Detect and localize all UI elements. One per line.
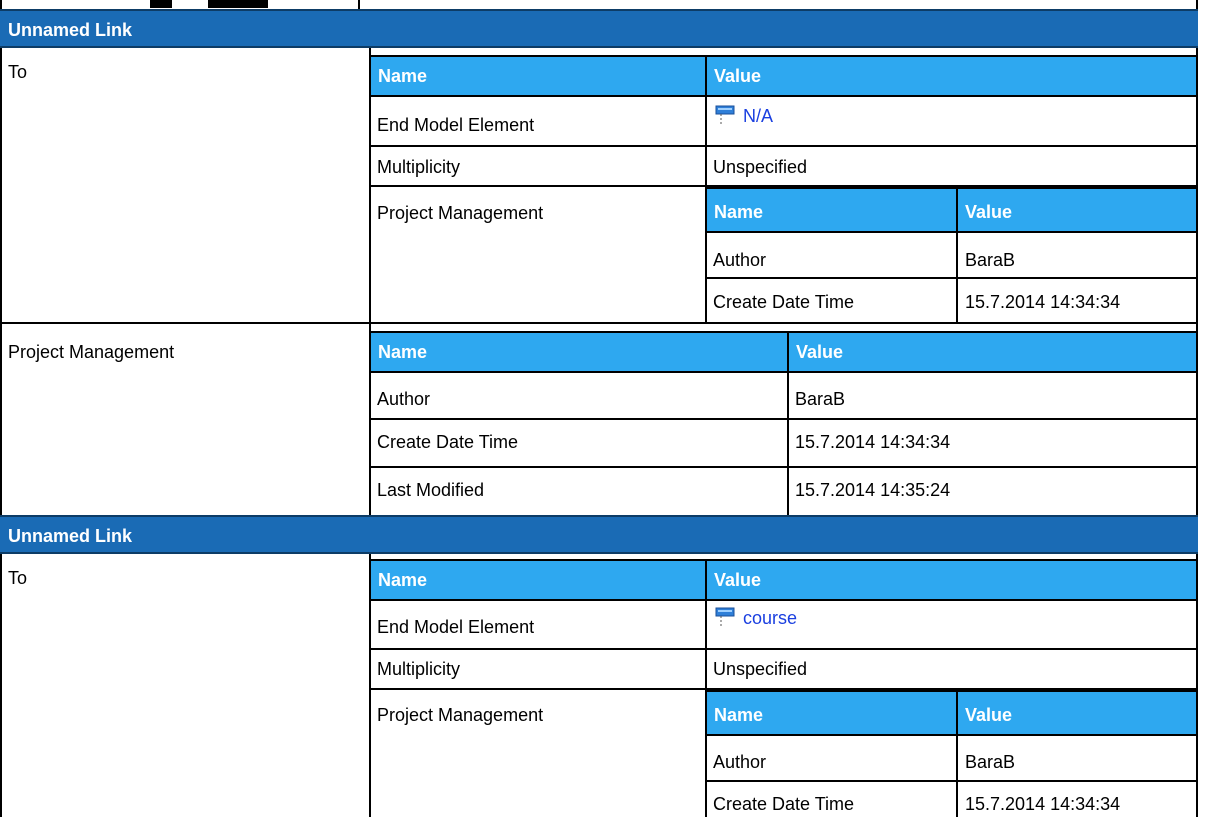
- section-header: Unnamed Link: [0, 515, 1198, 554]
- column-header-name: Name: [371, 57, 705, 95]
- author-value: BaraB: [965, 250, 1016, 270]
- end-model-element-link[interactable]: N/A: [743, 106, 773, 126]
- end-model-element-label: End Model Element: [377, 617, 535, 637]
- create-date-label: Create Date Time: [713, 794, 855, 814]
- author-label: Author: [377, 389, 431, 409]
- column-header-value: Value: [707, 57, 1196, 95]
- create-date-label: Create Date Time: [713, 292, 855, 312]
- create-date-value: 15.7.2014 14:34:34: [965, 794, 1121, 814]
- author-value: BaraB: [795, 389, 846, 409]
- create-date-value: 15.7.2014 14:34:34: [965, 292, 1121, 312]
- project-management-label: Project Management: [377, 203, 544, 223]
- to-label: To: [8, 62, 28, 82]
- end-model-element-value[interactable]: N/A: [715, 104, 773, 127]
- model-element-icon: [715, 105, 735, 125]
- project-management-label: Project Management: [377, 705, 544, 725]
- to-label: To: [8, 568, 28, 588]
- multiplicity-label: Multiplicity: [377, 659, 461, 679]
- multiplicity-value: Unspecified: [713, 157, 808, 177]
- multiplicity-value: Unspecified: [713, 659, 808, 679]
- create-date-value: 15.7.2014 14:34:34: [795, 432, 951, 452]
- section-title: Unnamed Link: [8, 20, 133, 40]
- last-modified-value: 15.7.2014 14:35:24: [795, 480, 951, 500]
- column-header-value: Value: [958, 692, 1196, 734]
- create-date-label: Create Date Time: [377, 432, 519, 452]
- last-modified-label: Last Modified: [377, 480, 485, 500]
- model-element-icon: [715, 607, 735, 627]
- multiplicity-label: Multiplicity: [377, 157, 461, 177]
- end-model-element-value[interactable]: course: [715, 606, 797, 629]
- author-label: Author: [713, 752, 767, 772]
- author-value: BaraB: [965, 752, 1016, 772]
- column-header-value: Value: [789, 333, 1196, 371]
- column-header-name: Name: [371, 333, 787, 371]
- column-header-name: Name: [371, 561, 705, 599]
- end-model-element-link[interactable]: course: [743, 608, 797, 628]
- column-header-value: Value: [958, 189, 1196, 231]
- end-model-element-label: End Model Element: [377, 115, 535, 135]
- author-label: Author: [713, 250, 767, 270]
- section-title: Unnamed Link: [8, 526, 133, 546]
- column-header-name: Name: [707, 692, 956, 734]
- column-header-name: Name: [707, 189, 956, 231]
- column-header-value: Value: [707, 561, 1196, 599]
- section-header: Unnamed Link: [0, 9, 1198, 48]
- cropped-title-strip: [0, 0, 1198, 9]
- project-management-label: Project Management: [8, 342, 175, 362]
